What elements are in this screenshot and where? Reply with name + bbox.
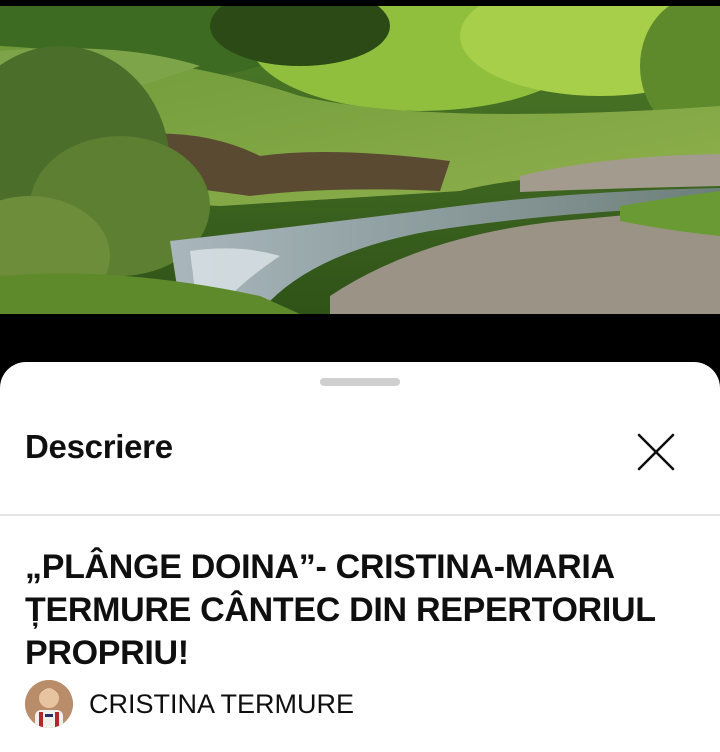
close-button[interactable] [628,424,684,480]
channel-avatar[interactable] [25,680,73,728]
channel-name[interactable]: CRISTINA TERMURE [89,689,354,720]
channel-row[interactable]: CRISTINA TERMURE [25,680,354,728]
close-icon [637,433,675,471]
video-thumbnail-landscape[interactable] [0,6,720,314]
drag-handle[interactable] [320,378,400,386]
video-player[interactable] [0,0,720,362]
avatar-image [25,680,73,728]
landscape-image [0,6,720,314]
description-sheet: Descriere „PLÂNGE DOINA”- CRISTINA-MARIA… [0,362,720,752]
sheet-title: Descriere [25,428,173,465]
video-title: „PLÂNGE DOINA”- CRISTINA-MARIA ȚERMURE C… [25,548,656,672]
header-divider [0,514,720,516]
